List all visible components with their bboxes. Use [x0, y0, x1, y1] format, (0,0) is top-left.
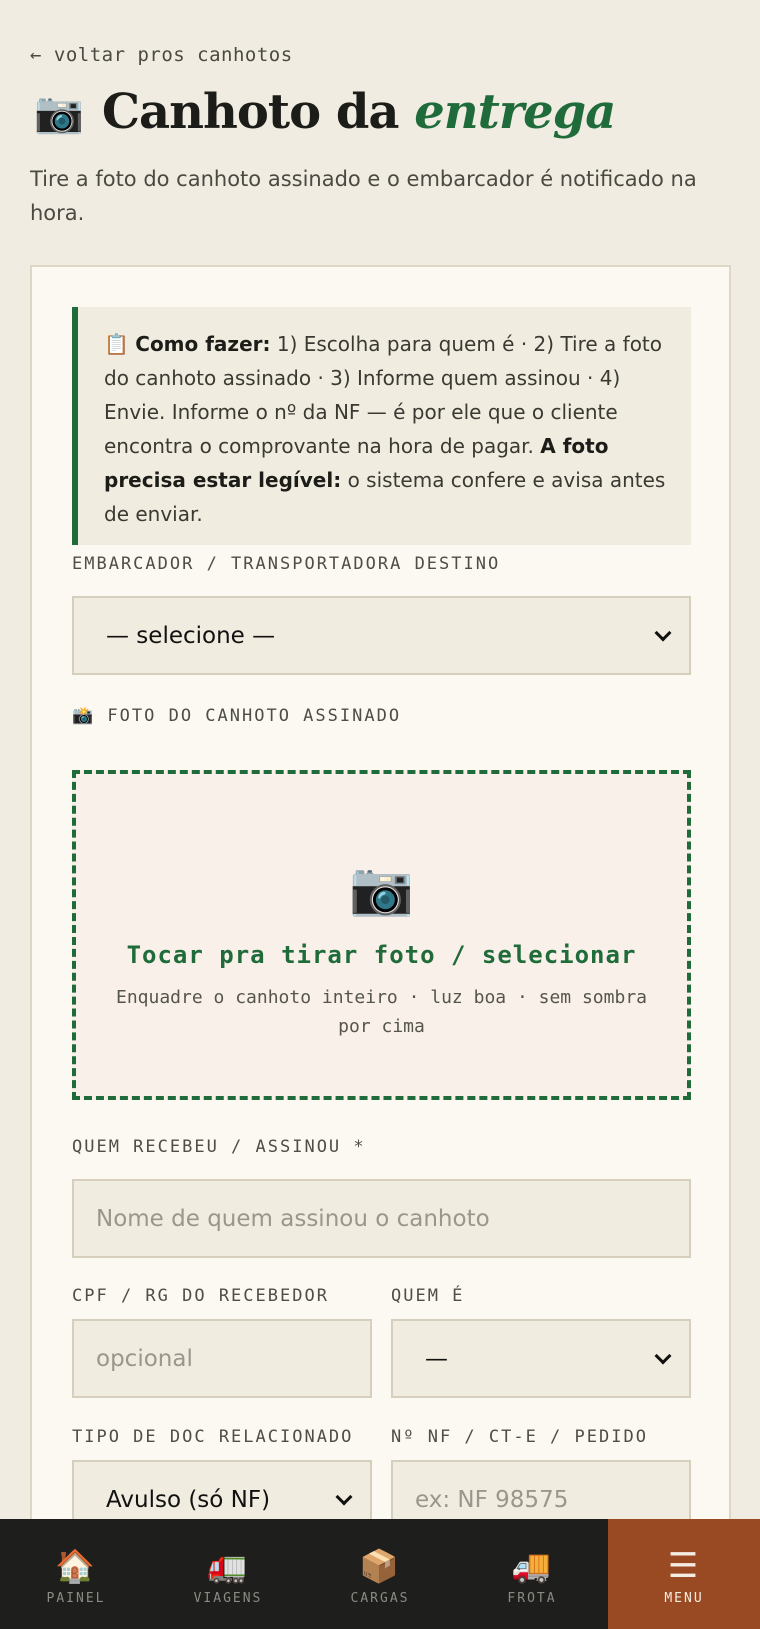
camera-icon: 📷: [34, 89, 84, 136]
nav-item-painel[interactable]: 🏠 PAINEL: [0, 1519, 152, 1629]
tipo-doc-selected-value: Avulso (só NF): [106, 1486, 271, 1513]
recebedor-label: QUEM RECEBEU / ASSINOU *: [72, 1137, 366, 1157]
nav-label: CARGAS: [350, 1591, 410, 1606]
chevron-down-icon: [335, 1488, 353, 1505]
nav-label: VIAGENS: [193, 1591, 263, 1606]
recebedor-input[interactable]: Nome de quem assinou o canhoto: [72, 1179, 691, 1258]
page-title-row: 📷 Canhoto da entrega: [34, 84, 617, 140]
chevron-down-icon: [654, 1347, 672, 1364]
page-title: Canhoto da entrega: [101, 84, 617, 140]
quem-select[interactable]: —: [391, 1319, 691, 1398]
back-link[interactable]: ← voltar pros canhotos: [30, 44, 293, 66]
how-to-label: Como fazer:: [135, 332, 271, 356]
page-subtitle: Tire a foto do canhoto assinado e o emba…: [30, 167, 697, 225]
cpf-placeholder: opcional: [96, 1345, 193, 1372]
page-title-emphasis: entrega: [414, 84, 616, 140]
cpf-input[interactable]: opcional: [72, 1319, 372, 1398]
nav-item-menu[interactable]: ☰ MENU: [608, 1519, 760, 1629]
photo-label: 📸 FOTO DO CANHOTO ASSINADO: [72, 706, 401, 726]
nav-label: FROTA: [507, 1591, 557, 1606]
house-icon: 🏠: [55, 1547, 97, 1585]
clipboard-icon: 📋: [104, 332, 129, 356]
dropzone-title: Tocar pra tirar foto / selecionar: [126, 941, 637, 969]
page-title-plain: Canhoto da: [101, 84, 415, 140]
camera-icon: 📷: [349, 859, 414, 919]
nf-label: Nº NF / CT-E / PEDIDO: [391, 1427, 648, 1447]
photo-dropzone[interactable]: 📷 Tocar pra tirar foto / selecionar Enqu…: [72, 770, 691, 1100]
cpf-label: CPF / RG DO RECEBEDOR: [72, 1286, 329, 1306]
photo-label-text: FOTO DO CANHOTO ASSINADO: [107, 706, 402, 726]
truck-icon: 🚛: [207, 1547, 249, 1585]
bottom-nav: 🏠 PAINEL 🚛 VIAGENS 📦 CARGAS 🚚 FROTA ☰ ME…: [0, 1519, 760, 1629]
chevron-down-icon: [654, 624, 672, 641]
nf-placeholder: ex: NF 98575: [415, 1486, 569, 1513]
dropzone-hint: Enquadre o canhoto inteiro · luz boa · s…: [115, 987, 647, 1037]
tipo-doc-label: TIPO DE DOC RELACIONADO: [72, 1427, 354, 1447]
quem-label: QUEM É: [391, 1286, 465, 1306]
instructions-box: 📋 Como fazer: 1) Escolha para quem é · 2…: [72, 307, 691, 545]
nav-item-cargas[interactable]: 📦 CARGAS: [304, 1519, 456, 1629]
quem-selected-value: —: [425, 1345, 448, 1372]
nav-label: MENU: [664, 1591, 704, 1606]
embarcador-selected-value: — selecione —: [106, 622, 276, 649]
delivery-truck-icon: 🚚: [511, 1547, 553, 1585]
recebedor-placeholder: Nome de quem assinou o canhoto: [96, 1205, 490, 1232]
upload-form-card: 📋 Como fazer: 1) Escolha para quem é · 2…: [30, 265, 731, 1629]
embarcador-label: EMBARCADOR / TRANSPORTADORA DESTINO: [72, 554, 501, 574]
package-icon: 📦: [359, 1547, 401, 1585]
nav-label: PAINEL: [46, 1591, 106, 1606]
hamburger-menu-icon: ☰: [667, 1546, 701, 1586]
camera-flash-icon: 📸: [72, 706, 96, 726]
nav-item-viagens[interactable]: 🚛 VIAGENS: [152, 1519, 304, 1629]
embarcador-select[interactable]: — selecione —: [72, 596, 691, 675]
nav-item-frota[interactable]: 🚚 FROTA: [456, 1519, 608, 1629]
